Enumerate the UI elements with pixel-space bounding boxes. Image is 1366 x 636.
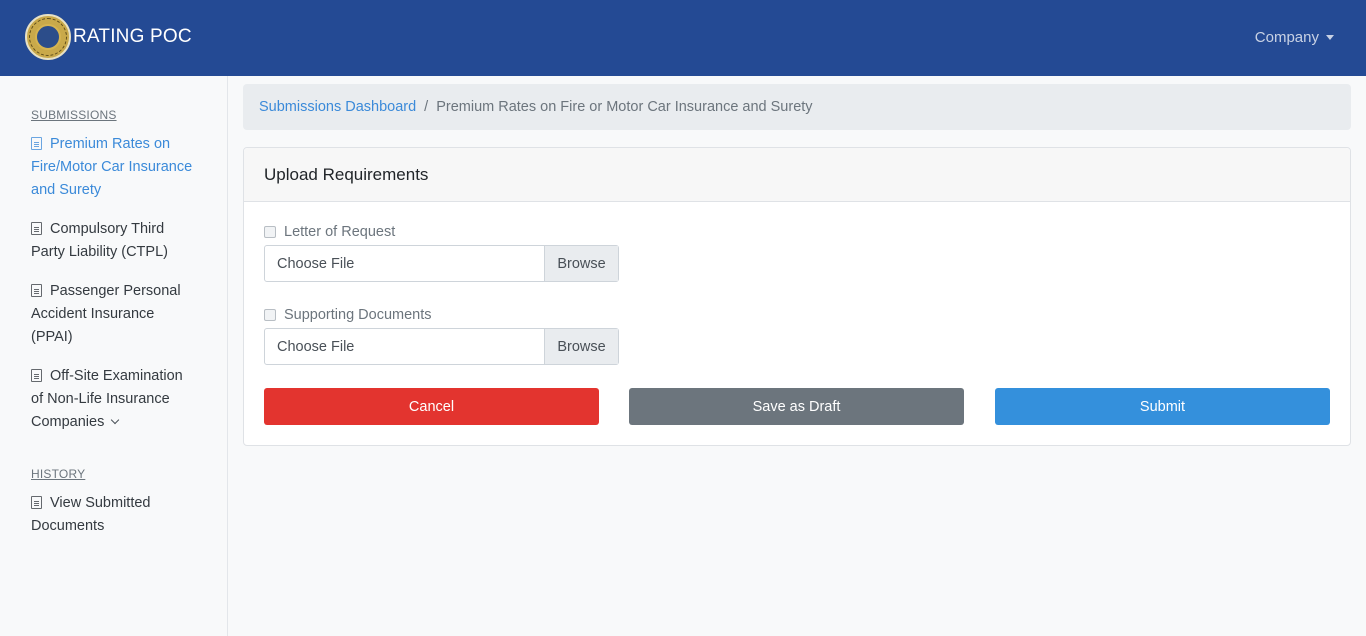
breadcrumb: Submissions Dashboard / Premium Rates on… (243, 84, 1351, 130)
supporting-documents-checkbox[interactable] (264, 309, 276, 321)
file-text-icon (31, 369, 42, 382)
file-text-icon (31, 284, 42, 297)
letter-of-request-label: Letter of Request (264, 224, 395, 240)
logo-seal (25, 14, 71, 60)
field-label-text: Letter of Request (284, 224, 396, 240)
file-text-icon (31, 496, 42, 509)
sidebar-item-label: View Submitted Documents (31, 495, 151, 534)
company-dropdown[interactable]: Company (1255, 29, 1334, 46)
letter-of-request-checkbox[interactable] (264, 226, 276, 238)
upload-card: Upload Requirements Letter of Request Ch… (243, 147, 1351, 446)
supporting-documents-label: Supporting Documents (264, 307, 432, 323)
field-label-text: Supporting Documents (284, 307, 432, 323)
breadcrumb-separator: / (424, 99, 429, 115)
submit-button[interactable]: Submit (995, 388, 1330, 425)
browse-button[interactable]: Browse (544, 329, 618, 364)
sidebar-item-premium-rates[interactable]: Premium Rates on Fire/Motor Car Insuranc… (31, 133, 201, 202)
sidebar-item-ppai[interactable]: Passenger Personal Accident Insurance (P… (31, 280, 191, 349)
sidebar: SUBMISSIONS Premium Rates on Fire/Motor … (0, 76, 228, 636)
sidebar-item-label: Premium Rates on Fire/Motor Car Insuranc… (31, 136, 193, 198)
file-placeholder: Choose File (277, 338, 355, 355)
card-title: Upload Requirements (244, 148, 1350, 202)
sidebar-item-view-submitted[interactable]: View Submitted Documents (31, 492, 181, 538)
sidebar-heading-history: HISTORY (31, 467, 86, 481)
breadcrumb-current: Premium Rates on Fire or Motor Car Insur… (436, 99, 813, 115)
caret-down-icon (1326, 35, 1334, 40)
supporting-documents-file-input[interactable]: Choose File Browse (264, 328, 619, 365)
sidebar-item-ctpl[interactable]: Compulsory Third Party Liability (CTPL) (31, 218, 201, 264)
chevron-down-icon (111, 415, 120, 425)
sidebar-item-label: Off-Site Examination of Non-Life Insuran… (31, 368, 183, 430)
sidebar-item-offsite-exam[interactable]: Off-Site Examination of Non-Life Insuran… (31, 365, 196, 434)
sidebar-heading-submissions: SUBMISSIONS (31, 108, 117, 122)
sidebar-item-label: Passenger Personal Accident Insurance (P… (31, 283, 181, 345)
company-label: Company (1254, 29, 1319, 46)
letter-of-request-file-input[interactable]: Choose File Browse (264, 245, 619, 282)
file-text-icon (31, 137, 42, 150)
browse-button[interactable]: Browse (544, 246, 618, 281)
top-navbar: RATING POC Company (0, 0, 1366, 76)
save-draft-button[interactable]: Save as Draft (629, 388, 964, 425)
sidebar-item-label: Compulsory Third Party Liability (CTPL) (31, 221, 168, 260)
app-title: RATING POC (73, 26, 192, 47)
file-placeholder: Choose File (277, 255, 355, 272)
brand[interactable]: RATING POC (25, 14, 192, 60)
breadcrumb-link-dashboard[interactable]: Submissions Dashboard (259, 99, 416, 115)
file-text-icon (31, 222, 42, 235)
cancel-button[interactable]: Cancel (264, 388, 599, 425)
